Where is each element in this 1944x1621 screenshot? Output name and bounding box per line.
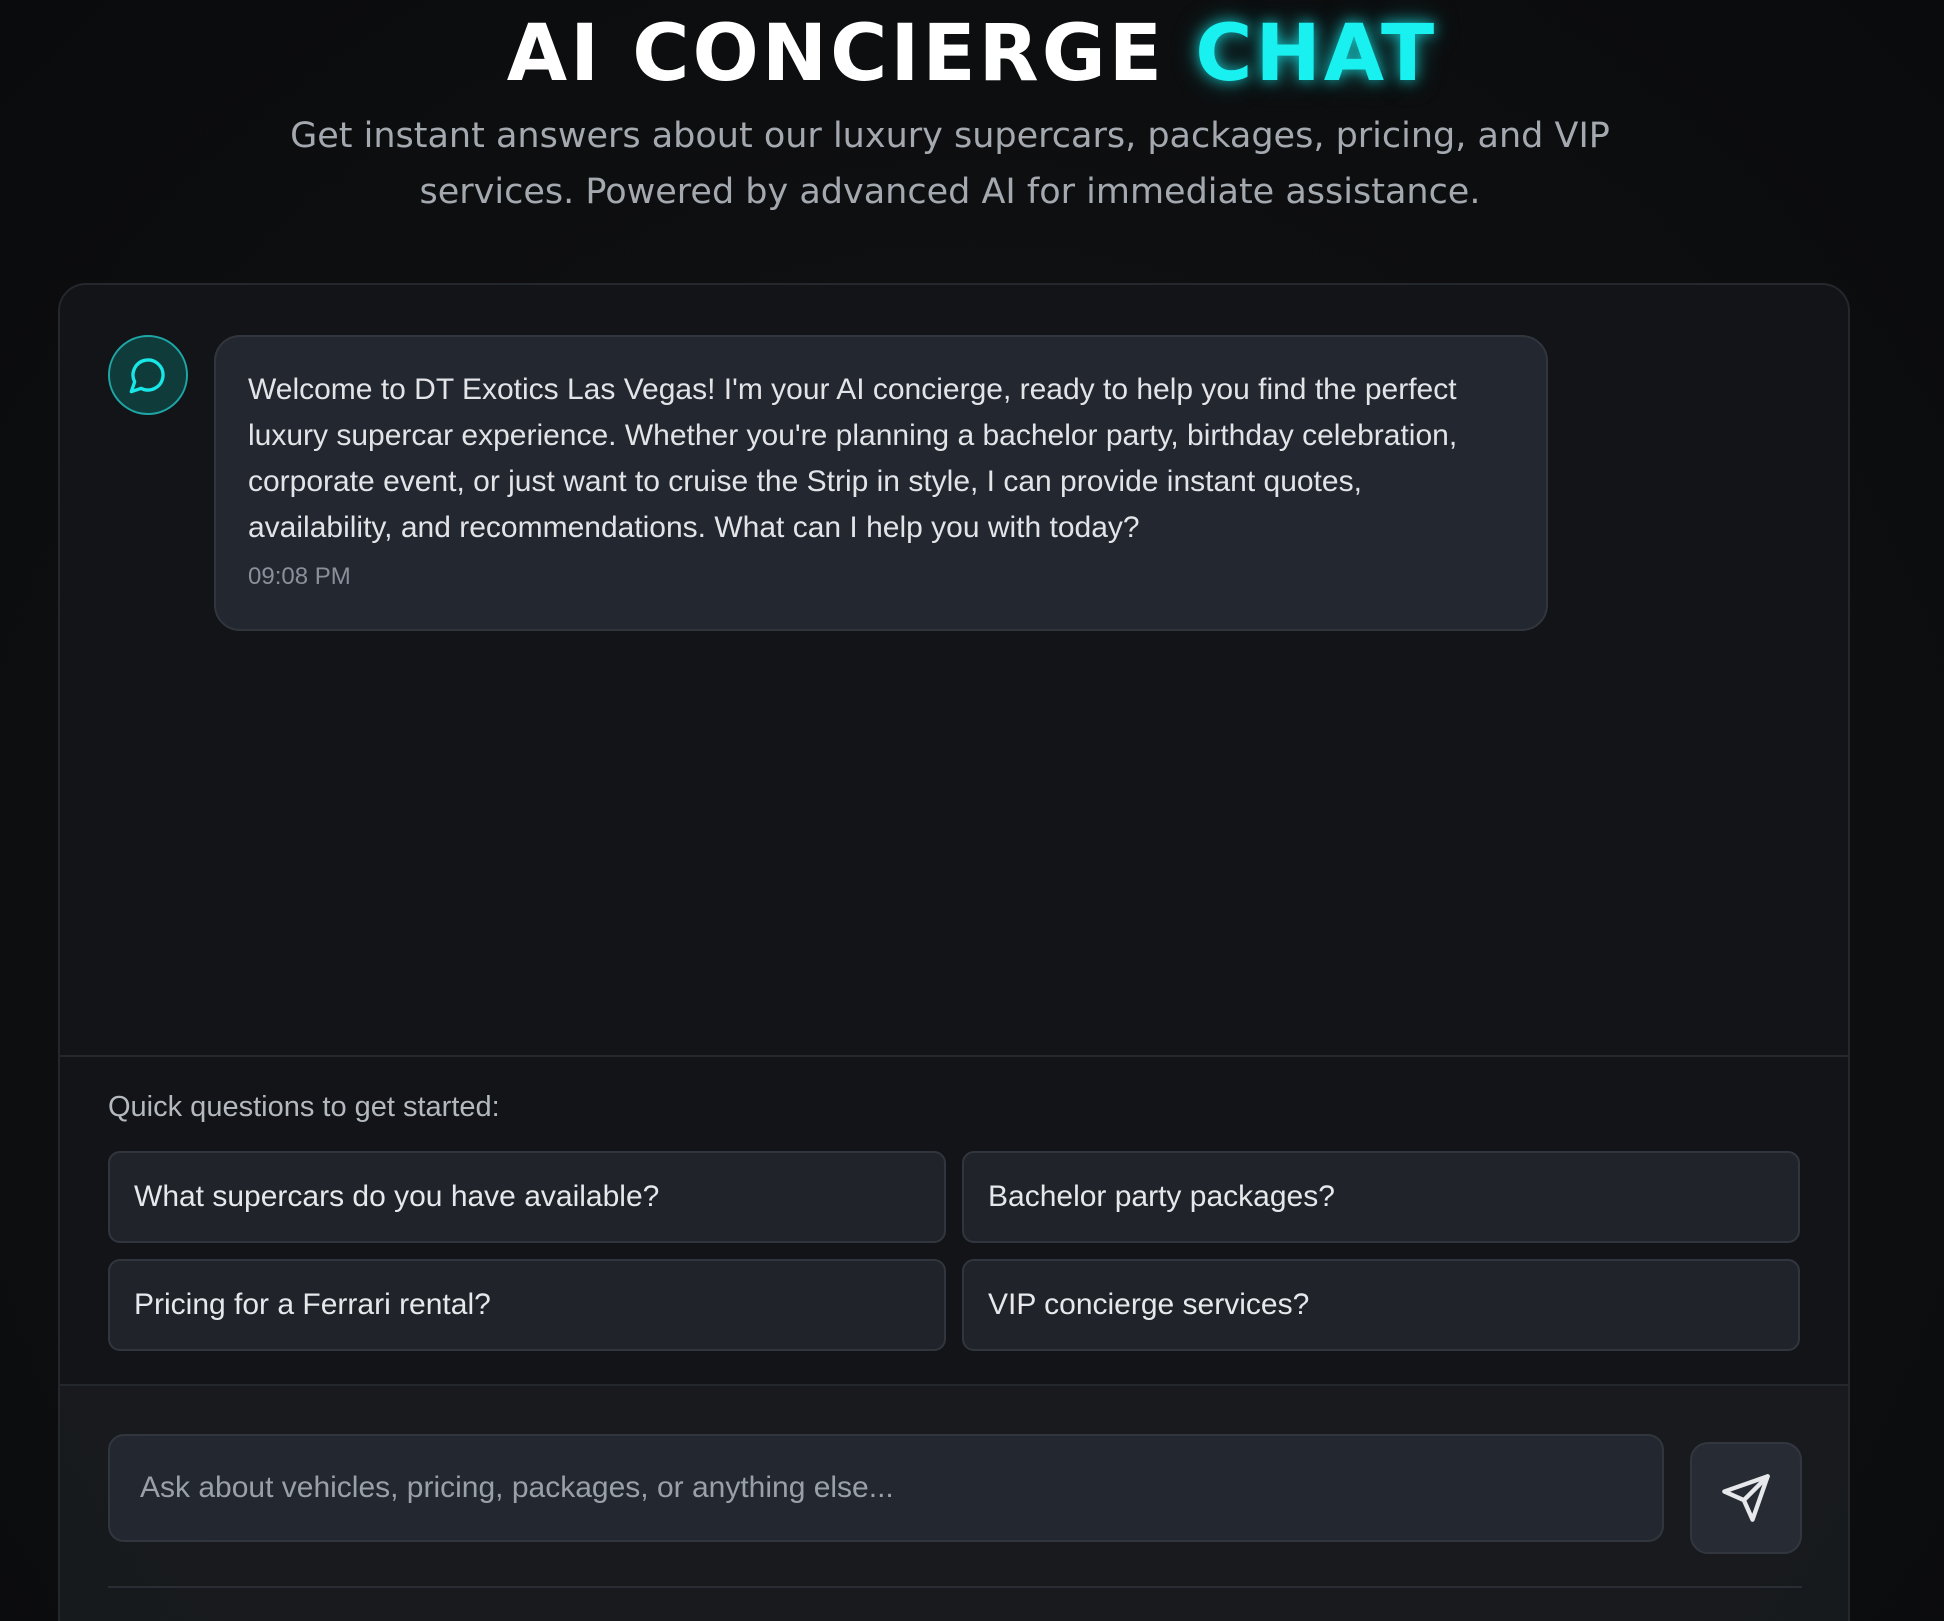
page-subtitle: Get instant answers about our luxury sup…: [290, 116, 1610, 212]
quick-question-button[interactable]: Pricing for a Ferrari rental?: [108, 1259, 946, 1351]
message-text: Welcome to DT Exotics Las Vegas! I'm you…: [248, 373, 1458, 544]
divider: [108, 1586, 1802, 1588]
page-title-main: AI CONCIERGE: [506, 9, 1166, 99]
quick-question-button[interactable]: Bachelor party packages?: [962, 1151, 1800, 1243]
send-button[interactable]: [1690, 1442, 1802, 1554]
quick-questions-label: Quick questions to get started:: [108, 1091, 500, 1123]
page-title-accent: CHAT: [1195, 9, 1438, 99]
assistant-message: Welcome to DT Exotics Las Vegas! I'm you…: [214, 335, 1548, 631]
chat-input[interactable]: [108, 1434, 1664, 1542]
send-icon: [1722, 1474, 1770, 1522]
quick-question-button[interactable]: VIP concierge services?: [962, 1259, 1800, 1351]
chat-panel: Welcome to DT Exotics Las Vegas! I'm you…: [58, 283, 1850, 1621]
quick-questions: Quick questions to get started: What sup…: [108, 1057, 1800, 1387]
assistant-avatar: [108, 335, 188, 415]
page-title: AI CONCIERGE CHAT: [0, 12, 1944, 96]
message-list[interactable]: Welcome to DT Exotics Las Vegas! I'm you…: [60, 285, 1848, 1055]
quick-question-button[interactable]: What supercars do you have available?: [108, 1151, 946, 1243]
message-timestamp: 09:08 PM: [248, 563, 351, 590]
chat-bubble-icon: [129, 358, 165, 394]
